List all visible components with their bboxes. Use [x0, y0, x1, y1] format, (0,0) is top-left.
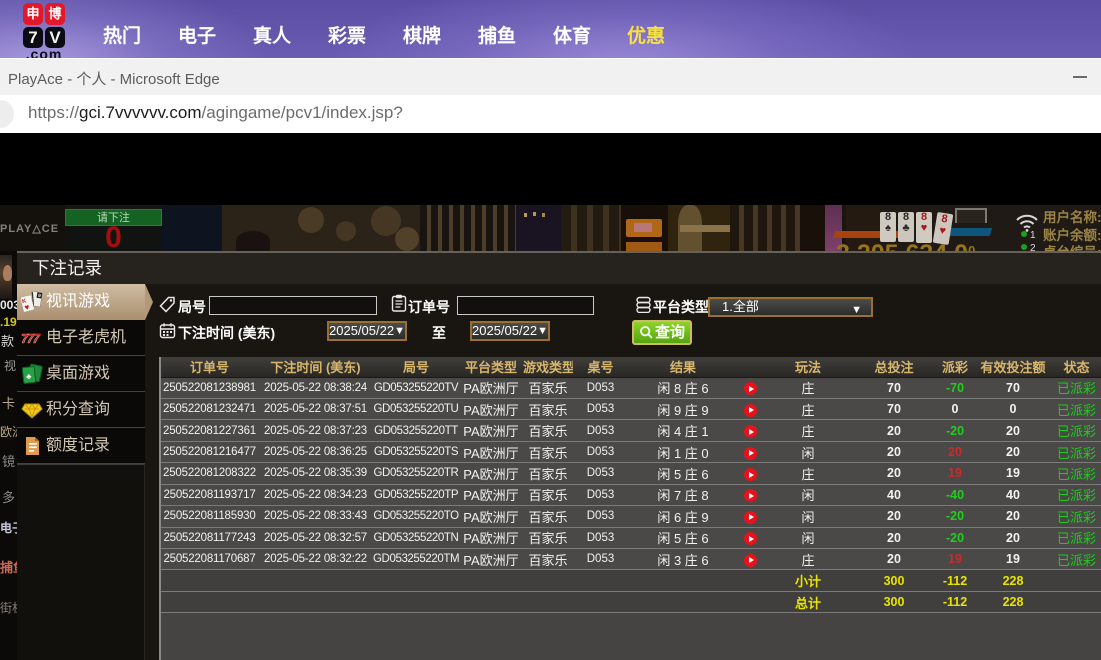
- svg-text:777: 777: [21, 331, 40, 346]
